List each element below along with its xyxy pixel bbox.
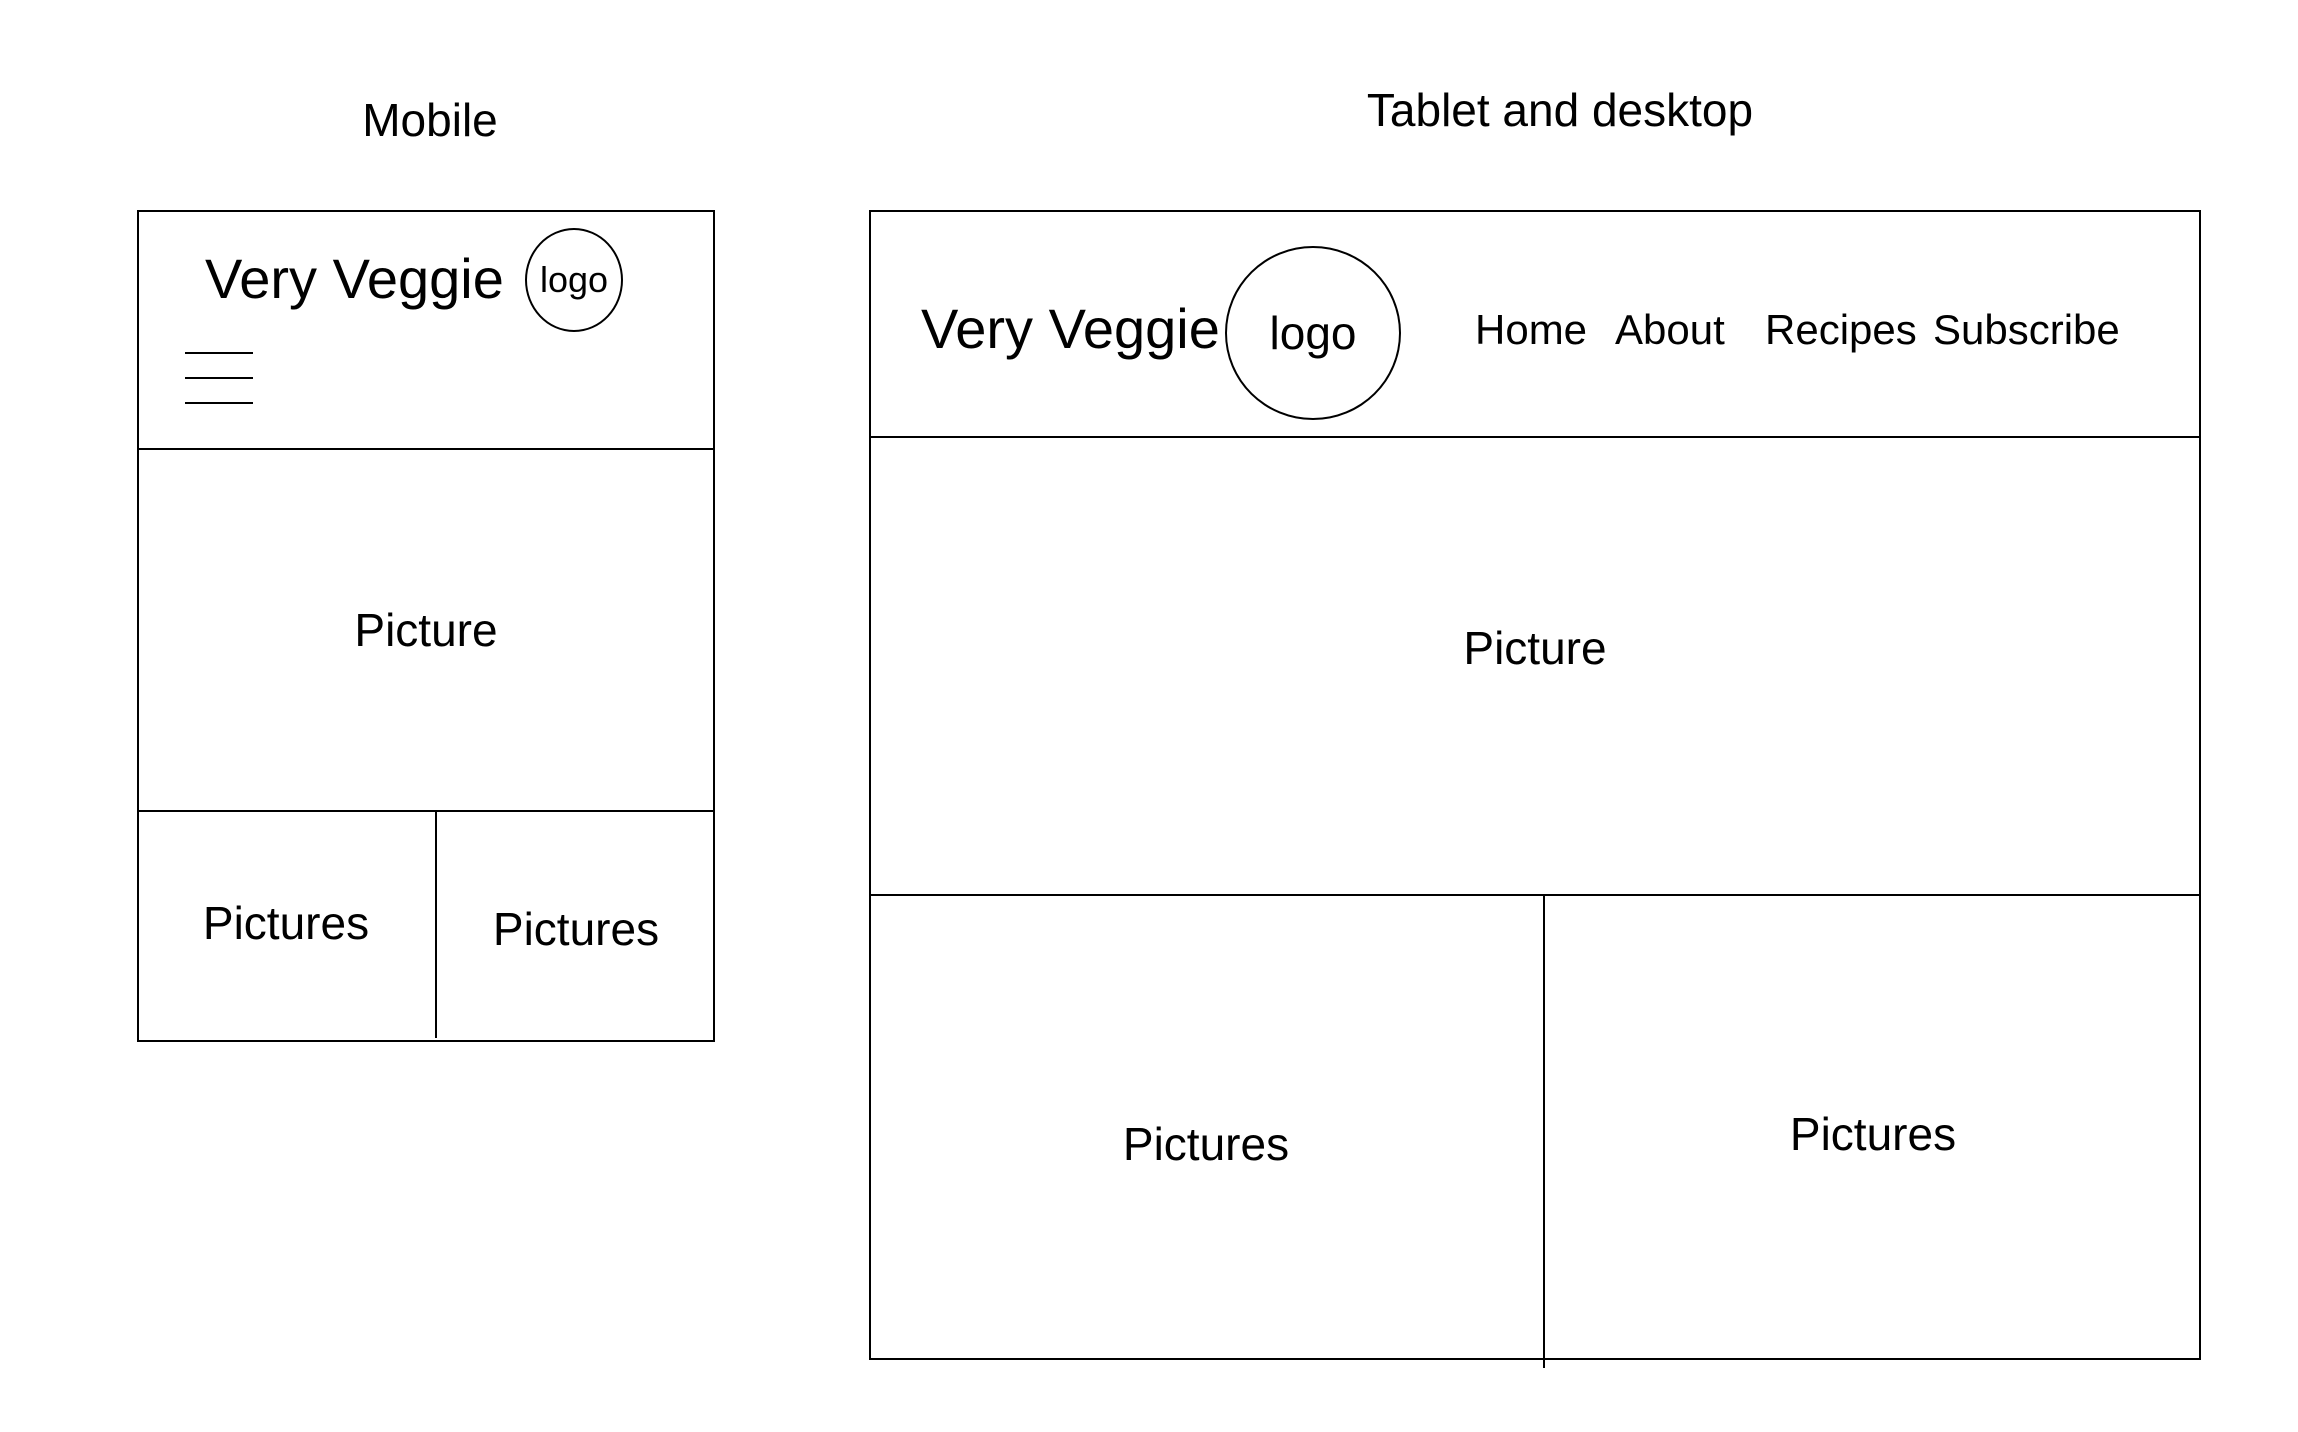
hamburger-menu-icon[interactable] — [185, 352, 253, 406]
mobile-heading: Mobile — [362, 94, 498, 146]
nav-subscribe[interactable]: Subscribe — [1933, 306, 2120, 354]
mobile-hero-picture: Picture — [354, 604, 498, 656]
mobile-logo-label: logo — [539, 259, 609, 300]
desktop-hero-picture: Picture — [1463, 622, 1607, 674]
desktop-tile-1: Pictures — [1122, 1118, 1290, 1170]
desktop-logo-label: logo — [1269, 307, 1357, 359]
mobile-tile-2: Pictures — [492, 903, 660, 955]
mobile-brand: Very Veggie — [205, 247, 504, 310]
mobile-tile-1: Pictures — [202, 897, 370, 949]
desktop-tile-2: Pictures — [1789, 1108, 1957, 1160]
nav-about[interactable]: About — [1615, 306, 1725, 354]
mobile-header: Very Veggie logo — [137, 210, 715, 450]
desktop-heading: Tablet and desktop — [1366, 84, 1754, 136]
nav-recipes[interactable]: Recipes — [1765, 306, 1917, 354]
mobile-logo: logo — [525, 228, 623, 332]
desktop-header: Very Veggie logo Home About Recipes Subs… — [869, 210, 2201, 438]
nav-home[interactable]: Home — [1475, 306, 1587, 354]
desktop-brand: Very Veggie — [921, 297, 1220, 360]
desktop-logo: logo — [1225, 246, 1401, 420]
